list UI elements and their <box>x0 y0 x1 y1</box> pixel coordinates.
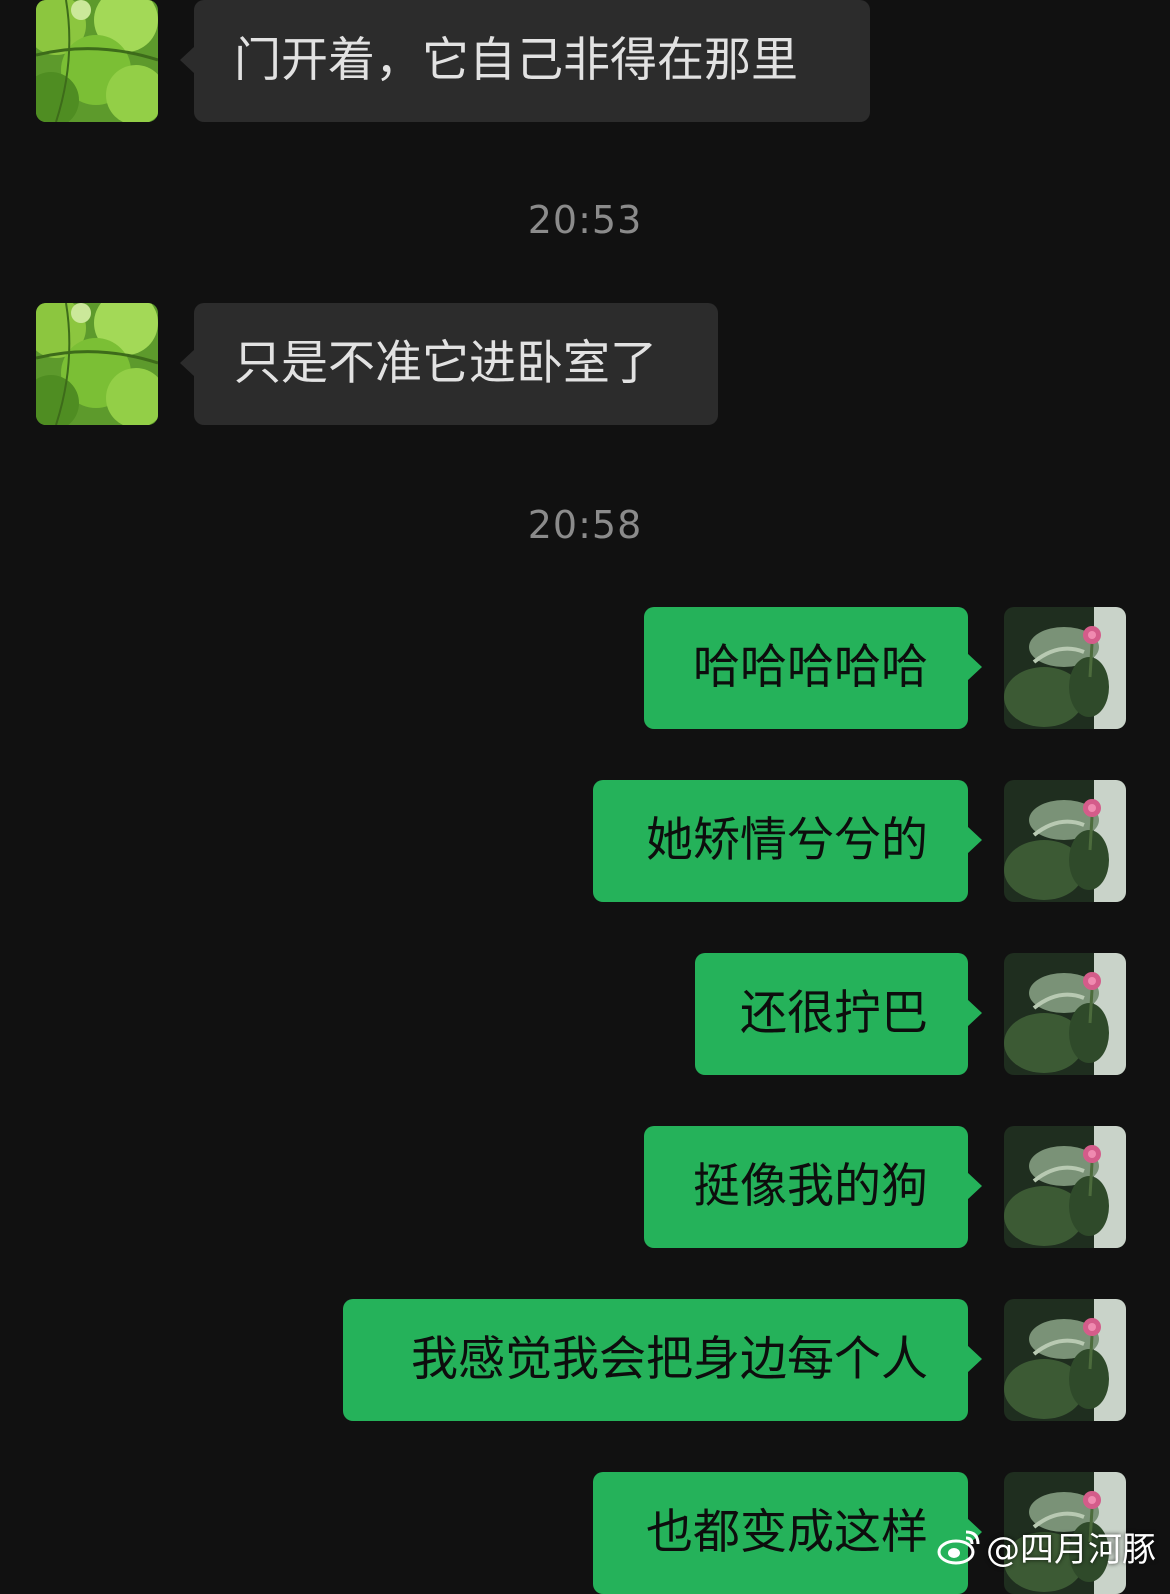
message-text: 哈哈哈哈哈 <box>693 640 928 695</box>
message-bubble-outgoing[interactable]: 也都变成这样 <box>593 1472 982 1594</box>
flower-leaves-avatar-icon <box>1004 1126 1126 1248</box>
flower-leaves-avatar-icon <box>1004 607 1126 729</box>
self-avatar[interactable] <box>1004 953 1126 1075</box>
message-text: 我感觉我会把身边每个人 <box>411 1332 928 1387</box>
contact-avatar[interactable] <box>36 303 158 425</box>
message-text: 挺像我的狗 <box>693 1159 928 1214</box>
message-bubble-outgoing[interactable]: 哈哈哈哈哈 <box>644 607 982 729</box>
green-leaves-avatar-icon <box>36 303 158 425</box>
message-bubble-outgoing[interactable]: 还很拧巴 <box>695 953 982 1075</box>
message-text: 只是不准它进卧室了 <box>234 336 657 391</box>
message-bubble-incoming[interactable]: 只是不准它进卧室了 <box>180 303 718 425</box>
message-bubble-outgoing[interactable]: 我感觉我会把身边每个人 <box>343 1299 982 1421</box>
watermark: @四月河豚 <box>936 1523 1156 1570</box>
self-avatar[interactable] <box>1004 780 1126 902</box>
message-text: 她矫情兮兮的 <box>646 813 928 868</box>
message-bubble-outgoing[interactable]: 挺像我的狗 <box>644 1126 982 1248</box>
self-avatar[interactable] <box>1004 1126 1126 1248</box>
flower-leaves-avatar-icon <box>1004 953 1126 1075</box>
timestamp: 20:58 <box>527 503 643 547</box>
self-avatar[interactable] <box>1004 1299 1126 1421</box>
message-text: 门开着，它自己非得在那里 <box>234 33 798 88</box>
message-text: 还很拧巴 <box>740 986 928 1041</box>
message-bubble-outgoing[interactable]: 她矫情兮兮的 <box>593 780 982 902</box>
watermark-text: @四月河豚 <box>986 1529 1156 1570</box>
flower-leaves-avatar-icon <box>1004 780 1126 902</box>
self-avatar[interactable] <box>1004 607 1126 729</box>
timestamp: 20:53 <box>527 198 643 242</box>
message-text: 也都变成这样 <box>646 1505 928 1560</box>
weibo-logo-icon <box>937 1530 980 1565</box>
green-leaves-avatar-icon <box>36 0 158 122</box>
contact-avatar[interactable] <box>36 0 158 122</box>
flower-leaves-avatar-icon <box>1004 1299 1126 1421</box>
message-bubble-incoming[interactable]: 门开着，它自己非得在那里 <box>180 0 870 122</box>
